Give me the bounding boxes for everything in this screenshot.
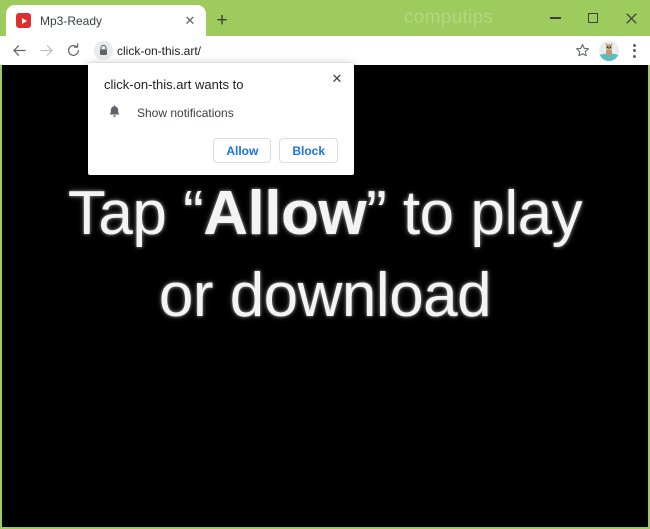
reload-button[interactable] xyxy=(60,37,87,64)
forward-button[interactable] xyxy=(33,37,60,64)
bell-icon xyxy=(104,105,124,120)
minimize-button[interactable] xyxy=(536,3,574,33)
dialog-permission-row: Show notifications xyxy=(104,105,338,120)
profile-avatar[interactable] xyxy=(599,40,619,61)
tab-title: Mp3-Ready xyxy=(40,13,103,28)
three-dot-menu-icon[interactable] xyxy=(624,39,644,63)
page-headline-allow-word: Allow xyxy=(203,179,367,248)
browser-tab-mp3-ready[interactable]: Mp3-Ready ✕ xyxy=(6,5,206,36)
dialog-title: click-on-this.art wants to xyxy=(104,77,244,92)
window-controls xyxy=(536,0,650,36)
browser-toolbar: click-on-this.art/ xyxy=(0,36,650,65)
dialog-close-icon[interactable]: ✕ xyxy=(328,69,346,87)
notification-permission-dialog: ✕ click-on-this.art wants to Show notifi… xyxy=(88,63,354,175)
maximize-button[interactable] xyxy=(574,3,612,33)
dialog-permission-label: Show notifications xyxy=(137,105,234,120)
address-bar-url[interactable]: click-on-this.art/ xyxy=(117,44,201,58)
dialog-actions: Allow Block xyxy=(104,138,338,163)
allow-button[interactable]: Allow xyxy=(213,138,272,163)
back-button[interactable] xyxy=(6,37,33,64)
youtube-play-icon xyxy=(16,13,31,28)
tab-strip: computips Mp3-Ready ✕ + xyxy=(0,0,650,36)
block-button[interactable]: Block xyxy=(279,138,338,163)
page-headline-line2: or download xyxy=(158,261,492,330)
address-bar[interactable]: click-on-this.art/ xyxy=(92,39,564,62)
lock-icon[interactable] xyxy=(94,41,113,60)
page-headline: Tap “Allow” to play or download xyxy=(2,173,648,337)
page-headline-line1-prefix: Tap “ xyxy=(67,179,204,248)
browser-window: computips Mp3-Ready ✕ + click-on-this.ar… xyxy=(0,0,650,529)
new-tab-button[interactable]: + xyxy=(211,9,233,31)
close-window-button[interactable] xyxy=(612,3,650,33)
star-icon[interactable] xyxy=(570,39,594,63)
tab-close-icon[interactable]: ✕ xyxy=(180,11,200,31)
page-headline-line1-suffix: ” to play xyxy=(366,179,583,248)
watermark-computips: computips xyxy=(404,7,494,28)
